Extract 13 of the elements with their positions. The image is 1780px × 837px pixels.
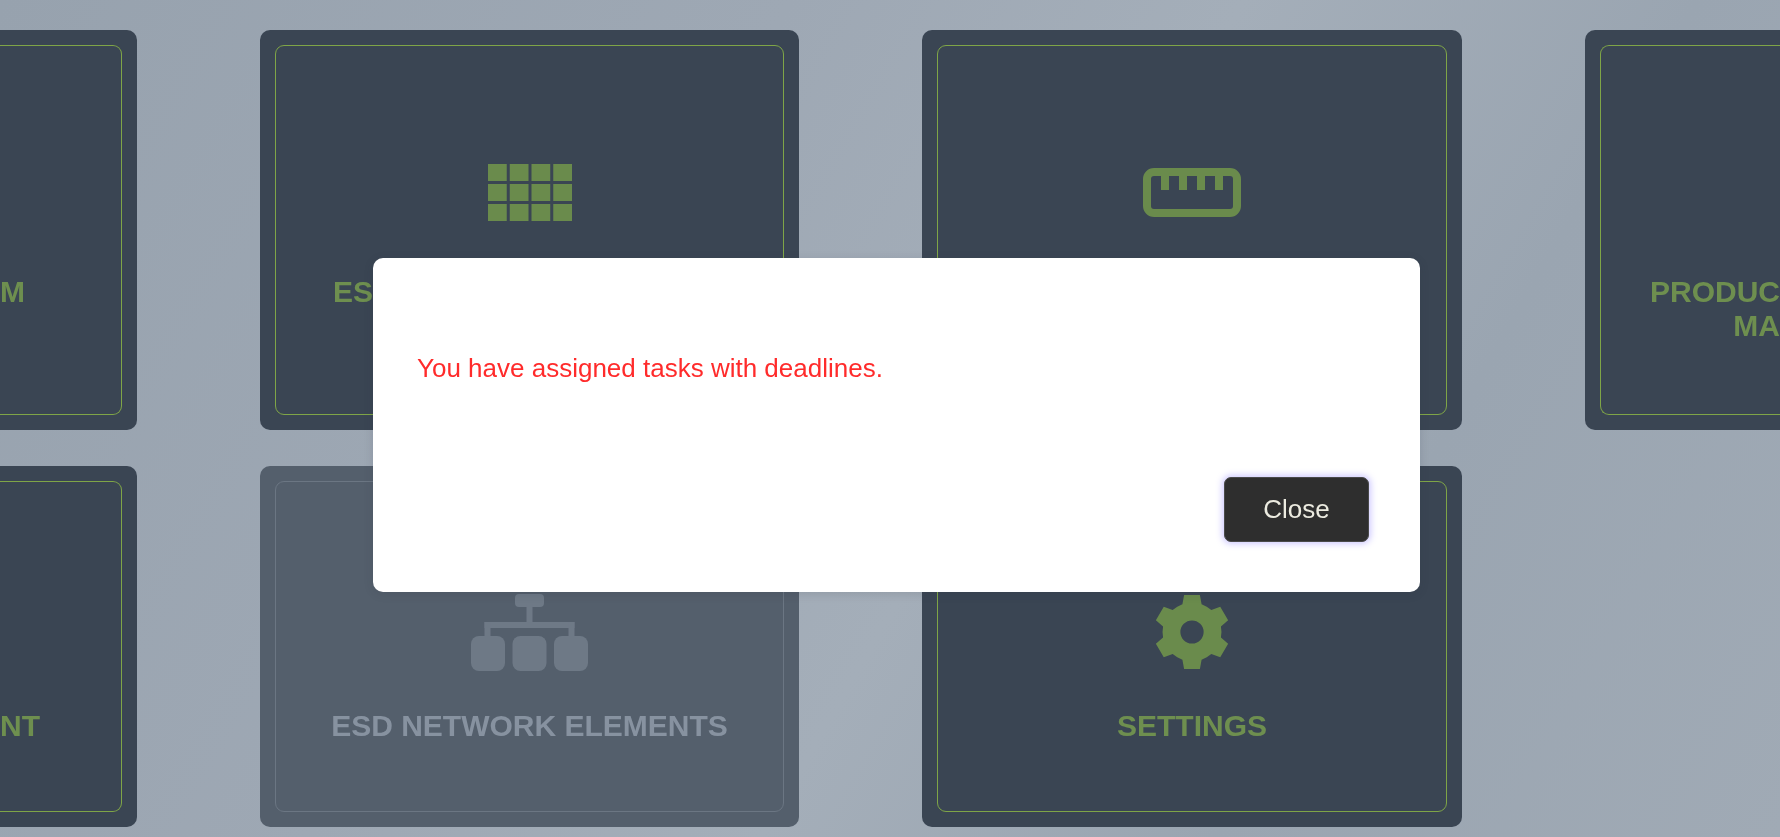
tile-title: NT xyxy=(0,709,40,743)
menu-tile[interactable]: M xyxy=(0,30,137,430)
tile-title: M xyxy=(0,275,25,309)
menu-tile[interactable]: NT xyxy=(0,466,137,827)
sitemap-icon xyxy=(471,593,588,671)
gear-icon xyxy=(1154,595,1230,669)
grid-icon xyxy=(487,164,572,221)
ruler-icon xyxy=(1143,168,1241,217)
tile-title: PRODUC MA xyxy=(1650,275,1780,343)
tile-title: SETTINGS xyxy=(1117,709,1267,743)
tile-title: ES xyxy=(333,275,374,309)
menu-tile[interactable]: PRODUC MA xyxy=(1585,30,1780,430)
close-button[interactable]: Close xyxy=(1224,477,1369,542)
